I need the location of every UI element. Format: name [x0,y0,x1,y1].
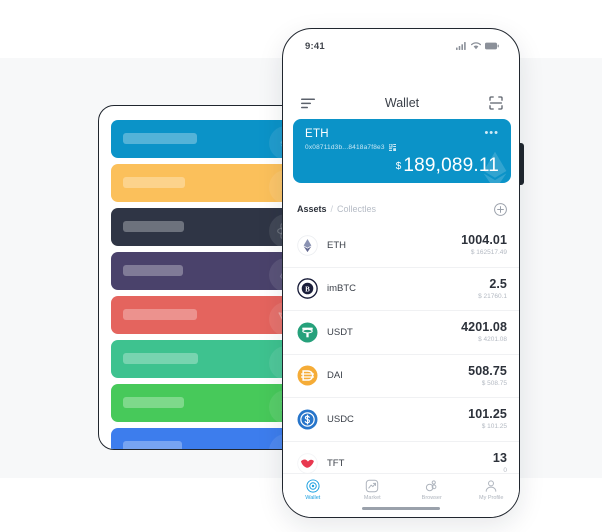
nav-bar: Wallet [283,89,519,117]
scan-icon[interactable] [487,94,505,112]
tab-label: Market [363,495,381,501]
asset-row[interactable]: USDC 101.25 $ 101.25 [283,398,519,442]
asset-fiat-value: $ 162517.49 [470,249,507,257]
wallet-address-text: 0x08711d3b...8418a7f8e3 [305,144,385,151]
card-placeholder-bar [123,309,197,320]
card-placeholder-bar [123,397,184,408]
asset-fiat-value: $ 21760.1 [478,292,507,300]
more-options-icon[interactable]: ••• [484,128,499,139]
tab-label: Browser [421,495,442,501]
asset-symbol: USDC [327,413,354,425]
balance-amount: 189,089.11 [403,155,499,176]
asset-symbol: ETH [327,239,346,251]
asset-symbol: imBTC [327,283,357,295]
asset-row[interactable]: BimBTC 2.5 $ 21760.1 [283,268,519,311]
wifi-icon [471,42,481,50]
card-placeholder-bar [123,441,182,449]
usdc-icon [297,409,318,430]
asset-values: 508.75 $ 508.75 [468,363,507,387]
tab-browser[interactable]: Browser [402,479,462,501]
currency-symbol: $ [395,161,402,172]
asset-fiat-value: $ 508.75 [481,379,507,387]
wallet-card-symbol: ETH [305,128,329,140]
market-tab-icon [365,479,379,493]
trx-card[interactable] [111,296,297,334]
signal-icon [456,42,467,50]
status-bar: 9:41 [283,37,519,55]
tab-label: Wallet [305,495,321,501]
battery-icon [485,42,499,50]
tab-label: My Profile [479,495,504,501]
btc-card[interactable]: B [111,164,297,202]
wallet-tab-icon [306,479,320,493]
asset-amount: 1004.01 [461,233,507,248]
wallet-address[interactable]: 0x08711d3b...8418a7f8e3 [305,143,396,151]
ethereum-icon [297,235,318,256]
asset-amount: 2.5 [489,276,507,291]
tab-assets[interactable]: Assets [297,204,327,214]
eth-card[interactable] [111,120,297,158]
tab-market[interactable]: Market [343,479,403,501]
asset-amount: 4201.08 [461,320,507,335]
home-indicator [362,507,440,510]
card-stack-list: BNBL [111,120,297,449]
asset-symbol: USDT [327,326,353,338]
qr-code-icon[interactable] [388,143,396,151]
card-placeholder-bar [123,265,183,276]
atom-card[interactable] [111,208,297,246]
wallet-balance: $ 189,089.11 [396,155,499,176]
asset-row[interactable]: USDT 4201.08 $ 4201.08 [283,311,519,355]
tab-collectibles[interactable]: Collectles [337,204,376,214]
asset-amount: 508.75 [468,363,507,378]
bottom-tab-bar: Wallet Market Browser My Profile [283,473,520,517]
menu-icon[interactable] [299,94,317,112]
page-title: Wallet [384,96,420,110]
asset-row[interactable]: DAI 508.75 $ 508.75 [283,355,519,398]
asset-list: ETH 1004.01 $ 162517.49 BimBTC 2.5 $ 21760.1 U… [283,224,519,485]
browser-tab-icon [425,479,439,493]
profile-tab-icon [484,479,498,493]
tft-icon [297,453,318,474]
imbtc-icon: B [297,278,318,300]
plus-circle-icon[interactable] [494,202,507,216]
card-stack-sheet: BNBL [98,105,298,450]
status-time: 9:41 [305,40,325,52]
ltc-card[interactable]: L [111,428,297,449]
tab-separator: / [330,204,334,214]
card-placeholder-bar [123,177,185,188]
status-icons [456,42,499,50]
asset-amount: 101.25 [468,407,507,422]
asset-fiat-value: $ 101.25 [481,423,507,431]
wallet-balance-card[interactable]: ETH ••• 0x08711d3b...8418a7f8e3 $ 189,08… [293,119,511,183]
svg-text:B: B [305,286,310,294]
card-placeholder-bar [123,133,197,144]
eos-card[interactable] [111,252,297,290]
nas-card[interactable]: N [111,340,297,378]
tab-wallet[interactable]: Wallet [283,479,343,501]
bch-card[interactable]: B [111,384,297,422]
dai-icon [297,365,318,386]
asset-values: 4201.08 $ 4201.08 [461,320,507,344]
tab-my-profile[interactable]: My Profile [462,479,520,501]
assets-tab-row: Assets / Collectles [283,197,519,221]
asset-symbol: DAI [327,370,343,382]
asset-symbol: TFT [327,457,345,469]
asset-fiat-value: $ 4201.08 [478,336,507,344]
usdt-icon [297,322,318,343]
asset-values: 13 0 [492,451,507,475]
asset-values: 2.5 $ 21760.1 [478,276,507,300]
asset-values: 101.25 $ 101.25 [468,407,507,431]
card-placeholder-bar [123,353,198,364]
phone-frame: 9:41 Wallet ETH ••• 0x08711d3b...8418a7f… [282,28,520,518]
card-placeholder-bar [123,221,184,232]
asset-row[interactable]: ETH 1004.01 $ 162517.49 [283,224,519,268]
asset-amount: 13 [492,451,507,466]
asset-values: 1004.01 $ 162517.49 [461,233,507,257]
